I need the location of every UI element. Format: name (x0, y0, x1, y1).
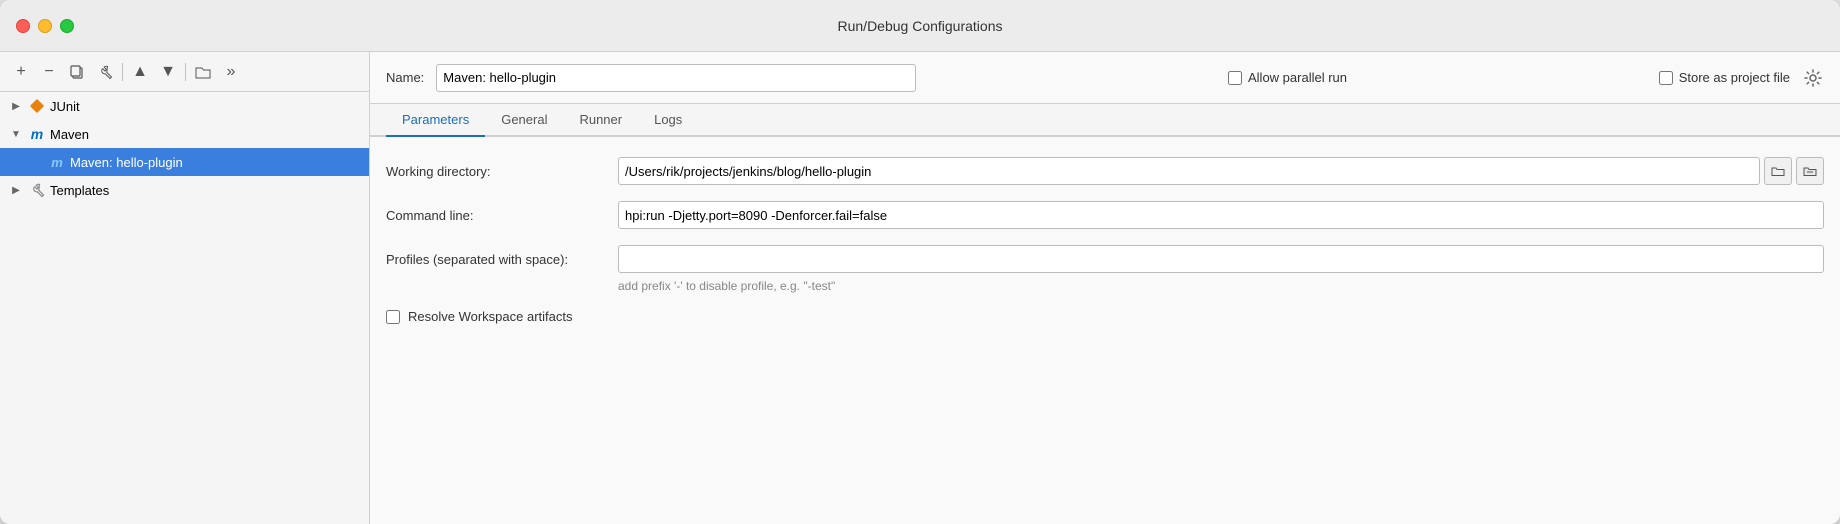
name-input[interactable] (436, 64, 916, 92)
tab-runner[interactable]: Runner (563, 104, 638, 137)
wrench-icon (97, 64, 113, 80)
junit-diamond-icon (29, 98, 45, 114)
tree-item-maven[interactable]: ▼ m Maven (0, 120, 369, 148)
tab-general[interactable]: General (485, 104, 563, 137)
tab-parameters[interactable]: Parameters (386, 104, 485, 137)
window-title: Run/Debug Configurations (838, 18, 1003, 34)
store-project-group: Store as project file (1659, 70, 1790, 85)
minimize-button[interactable] (38, 19, 52, 33)
profiles-input[interactable] (618, 245, 1824, 273)
command-line-input-wrapper (618, 201, 1824, 229)
tree-label-templates: Templates (50, 183, 109, 198)
maximize-button[interactable] (60, 19, 74, 33)
tab-logs[interactable]: Logs (638, 104, 698, 137)
close-button[interactable] (16, 19, 30, 33)
allow-parallel-label: Allow parallel run (1248, 70, 1347, 85)
variable-icon (1803, 165, 1817, 177)
wrench-templates-icon (28, 181, 46, 199)
expand-arrow-templates: ▶ (8, 182, 24, 198)
store-project-label: Store as project file (1679, 70, 1790, 85)
gear-icon (1804, 69, 1822, 87)
maven-child-icon: m (48, 153, 66, 171)
settings-button[interactable] (92, 59, 118, 85)
window: Run/Debug Configurations + − (0, 0, 1840, 524)
working-directory-input-wrapper (618, 157, 1824, 185)
working-directory-var-button[interactable] (1796, 157, 1824, 185)
name-label: Name: (386, 70, 424, 85)
templates-wrench-icon (29, 182, 45, 198)
tree-label-maven: Maven (50, 127, 89, 142)
add-button[interactable]: + (8, 59, 34, 85)
junit-icon (28, 97, 46, 115)
right-panel: Name: Allow parallel run Store as projec… (370, 52, 1840, 524)
expand-arrow-maven: ▼ (8, 126, 24, 142)
up-button[interactable]: ▲ (127, 59, 153, 85)
command-line-label: Command line: (386, 208, 606, 223)
resolve-workspace-label: Resolve Workspace artifacts (408, 309, 573, 324)
remove-button[interactable]: − (36, 59, 62, 85)
store-project-checkbox[interactable] (1659, 71, 1673, 85)
folder-button[interactable] (190, 59, 216, 85)
expand-arrow-hello-plugin (28, 154, 44, 170)
tree-item-maven-hello-plugin[interactable]: m Maven: hello-plugin (0, 148, 369, 176)
tabs-bar: Parameters General Runner Logs (370, 104, 1840, 137)
tree-container: ▶ JUnit ▼ m Maven m (0, 92, 369, 524)
toolbar-separator-2 (185, 63, 186, 81)
profiles-row: Profiles (separated with space): (386, 245, 1824, 273)
copy-icon (69, 64, 85, 80)
working-directory-row: Working directory: (386, 157, 1824, 185)
command-line-row: Command line: (386, 201, 1824, 229)
tree-label-hello-plugin: Maven: hello-plugin (70, 155, 183, 170)
gear-button[interactable] (1802, 67, 1824, 89)
copy-button[interactable] (64, 59, 90, 85)
main-content: + − ▲ ▼ (0, 52, 1840, 524)
resolve-workspace-checkbox[interactable] (386, 310, 400, 324)
tab-content-parameters: Working directory: (370, 137, 1840, 524)
left-toolbar: + − ▲ ▼ (0, 52, 369, 92)
more-button[interactable]: » (218, 59, 244, 85)
profiles-input-wrapper (618, 245, 1824, 273)
allow-parallel-group: Allow parallel run (1228, 70, 1347, 85)
folder-open-icon (1771, 165, 1785, 177)
tree-item-junit[interactable]: ▶ JUnit (0, 92, 369, 120)
down-button[interactable]: ▼ (155, 59, 181, 85)
profiles-hint: add prefix '-' to disable profile, e.g. … (618, 279, 1824, 293)
folder-icon (195, 65, 211, 79)
working-directory-input[interactable] (618, 157, 1760, 185)
left-panel: + − ▲ ▼ (0, 52, 370, 524)
title-bar: Run/Debug Configurations (0, 0, 1840, 52)
tree-label-junit: JUnit (50, 99, 80, 114)
working-directory-browse-button[interactable] (1764, 157, 1792, 185)
working-directory-label: Working directory: (386, 164, 606, 179)
expand-arrow-junit: ▶ (8, 98, 24, 114)
right-header: Name: Allow parallel run Store as projec… (370, 52, 1840, 104)
profiles-label: Profiles (separated with space): (386, 252, 606, 267)
allow-parallel-checkbox[interactable] (1228, 71, 1242, 85)
traffic-lights (16, 19, 74, 33)
command-line-input[interactable] (618, 201, 1824, 229)
toolbar-separator (122, 63, 123, 81)
resolve-row: Resolve Workspace artifacts (386, 309, 1824, 324)
tree-item-templates[interactable]: ▶ Templates (0, 176, 369, 204)
maven-icon: m (28, 125, 46, 143)
